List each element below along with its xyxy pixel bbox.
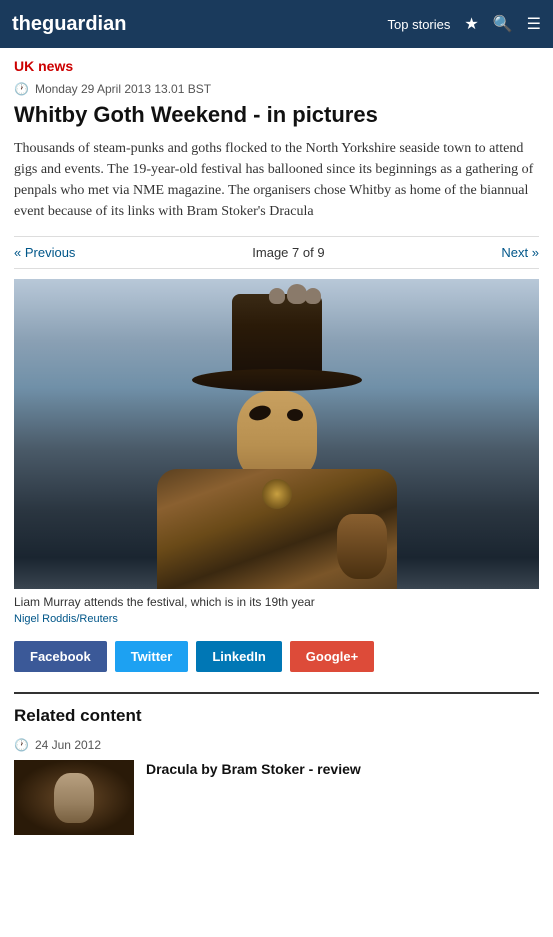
- related-meta: 🕐 24 Jun 2012: [14, 738, 539, 752]
- image-credit: Nigel Roddis/Reuters: [14, 613, 539, 625]
- twitter-button[interactable]: Twitter: [115, 641, 189, 672]
- skull-decoration: [287, 284, 307, 304]
- skull-decoration: [305, 288, 321, 304]
- costume-ornament: [262, 479, 292, 509]
- skull-decoration: [269, 288, 285, 304]
- related-thumb-face: [54, 773, 94, 823]
- related-thumbnail: [14, 760, 134, 835]
- section-label[interactable]: UK news: [14, 58, 539, 74]
- goth-figure: [137, 294, 417, 589]
- related-clock-icon: 🕐: [14, 738, 29, 752]
- related-date: 24 Jun 2012: [35, 738, 101, 752]
- caption-text: Liam Murray attends the festival, which …: [14, 595, 315, 609]
- logo-regular: the: [12, 13, 42, 35]
- related-content: Related content 🕐 24 Jun 2012 Dracula by…: [14, 692, 539, 835]
- face: [237, 391, 317, 481]
- header-nav: Top stories ★ 🔍 ☰: [388, 14, 541, 34]
- search-icon[interactable]: 🔍: [493, 14, 513, 34]
- linkedin-button[interactable]: LinkedIn: [196, 641, 281, 672]
- eye-right: [287, 409, 303, 421]
- previous-button[interactable]: « Previous: [14, 245, 75, 260]
- social-share: Facebook Twitter LinkedIn Google+: [14, 641, 539, 672]
- site-logo[interactable]: theguardian: [12, 13, 126, 36]
- image-caption: Liam Murray attends the festival, which …: [14, 595, 539, 609]
- image-navigation: « Previous Image 7 of 9 Next »: [14, 236, 539, 269]
- star-icon[interactable]: ★: [464, 14, 478, 34]
- site-header: theguardian Top stories ★ 🔍 ☰: [0, 0, 553, 48]
- hat-top: [232, 294, 322, 374]
- related-section-title: Related content: [14, 706, 539, 726]
- main-content: UK news 🕐 Monday 29 April 2013 13.01 BST…: [0, 48, 553, 845]
- related-article-title[interactable]: Dracula by Bram Stoker - review: [146, 760, 361, 778]
- body-costume: [157, 469, 397, 589]
- related-item[interactable]: Dracula by Bram Stoker - review: [14, 760, 539, 835]
- image-counter: Image 7 of 9: [252, 245, 324, 260]
- clock-icon: 🕐: [14, 82, 29, 96]
- article-meta: 🕐 Monday 29 April 2013 13.01 BST: [14, 82, 539, 96]
- next-button[interactable]: Next »: [501, 245, 539, 260]
- googleplus-button[interactable]: Google+: [290, 641, 374, 672]
- facebook-button[interactable]: Facebook: [14, 641, 107, 672]
- top-stories-link[interactable]: Top stories: [388, 17, 451, 32]
- gallery-image: [14, 279, 539, 589]
- article-body: Thousands of steam-punks and goths flock…: [14, 138, 539, 222]
- eye-patch: [247, 404, 272, 423]
- hat-brim: [192, 369, 362, 391]
- logo-bold: guardian: [42, 13, 126, 35]
- article-date: Monday 29 April 2013 13.01 BST: [35, 82, 211, 96]
- menu-icon[interactable]: ☰: [527, 14, 541, 34]
- side-mask: [337, 514, 387, 579]
- related-thumb-inner: [14, 760, 134, 835]
- article-title: Whitby Goth Weekend - in pictures: [14, 102, 539, 128]
